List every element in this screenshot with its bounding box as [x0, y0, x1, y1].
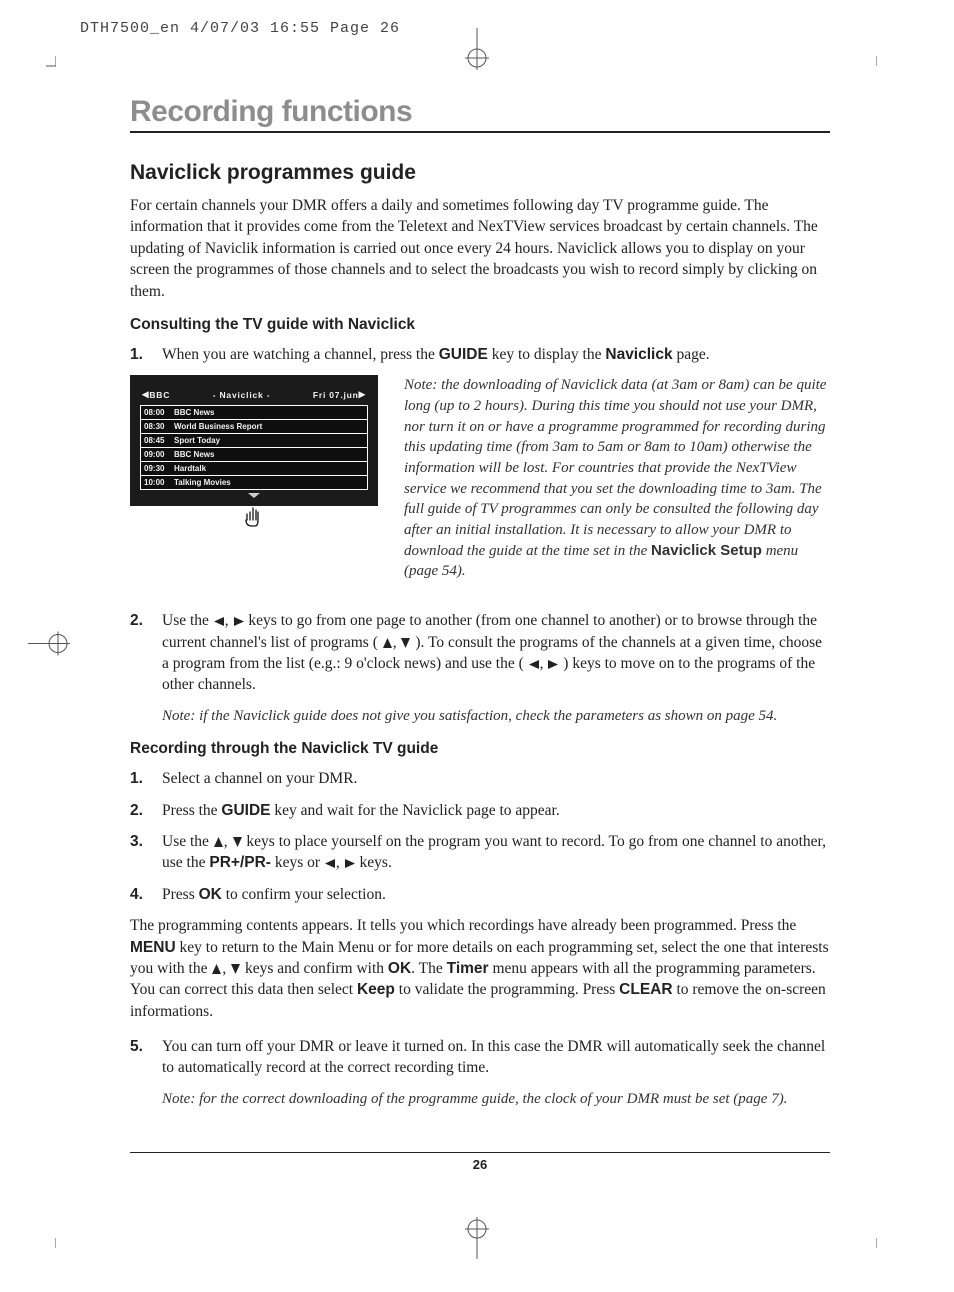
crop-corner-br-icon: [876, 1226, 898, 1248]
right-arrow-icon: [547, 659, 559, 670]
up-arrow-icon: [382, 637, 393, 649]
guide-row: 08:45Sport Today: [140, 434, 368, 448]
guide-row: 10:00Talking Movies: [140, 476, 368, 490]
step-text: When you are watching a channel, press t…: [162, 344, 830, 365]
page-number: 26: [130, 1157, 830, 1172]
page-title: Recording functions: [130, 95, 830, 129]
step-2: 2. Use the , keys to go from one page to…: [130, 610, 830, 696]
page-footer: 26: [130, 1152, 830, 1172]
rec-step-2: 2. Press the GUIDE key and wait for the …: [130, 800, 830, 821]
down-arrow-icon: [230, 963, 241, 975]
nav-left-icon: ◀: [142, 389, 149, 400]
guide-row: 08:00BBC News: [140, 405, 368, 420]
programming-paragraph: The programming contents appears. It tel…: [130, 915, 830, 1022]
left-arrow-icon: [528, 659, 540, 670]
nav-right-icon: ▶: [359, 389, 366, 400]
crop-corner-bl-icon: [34, 1226, 56, 1248]
page: DTH7500_en 4/07/03 16:55 Page 26 Recordi…: [0, 0, 954, 1292]
guide-row: 08:30World Business Report: [140, 420, 368, 434]
print-slug: DTH7500_en 4/07/03 16:55 Page 26: [80, 20, 400, 37]
left-arrow-icon: [213, 616, 225, 627]
recording-heading: Recording through the Naviclick TV guide: [130, 740, 830, 758]
download-note: Note: the downloading of Naviclick data …: [404, 375, 830, 582]
content-area: Recording functions Naviclick programmes…: [130, 95, 830, 1124]
up-arrow-icon: [211, 963, 222, 975]
down-arrow-icon: [232, 836, 243, 848]
rec-step-1: 1. Select a channel on your DMR.: [130, 768, 830, 789]
down-arrow-icon: [400, 637, 411, 649]
rec-step-3: 3. Use the , keys to place yourself on t…: [130, 831, 830, 874]
crop-mark-bottom-icon: [462, 1215, 492, 1264]
crop-corner-tl-icon: [34, 56, 56, 78]
pointer-hand-icon: [130, 506, 378, 528]
scroll-down-icon: [248, 493, 260, 498]
crop-mark-top-icon: [462, 28, 492, 77]
note-clock: Note: for the correct downloading of the…: [162, 1089, 830, 1110]
rec-step-5: 5. You can turn off your DMR or leave it…: [130, 1036, 830, 1079]
up-arrow-icon: [213, 836, 224, 848]
step-text: Use the , keys to go from one page to an…: [162, 610, 830, 696]
screenshot-channel: BBC: [149, 390, 170, 400]
right-arrow-icon: [233, 616, 245, 627]
title-rule: [130, 131, 830, 133]
intro-paragraph: For certain channels your DMR offers a d…: [130, 195, 830, 302]
step-1: 1. When you are watching a channel, pres…: [130, 344, 830, 365]
step-number: 1.: [130, 344, 162, 365]
rec-step-4: 4. Press OK to confirm your selection.: [130, 884, 830, 905]
note-params: Note: if the Naviclick guide does not gi…: [162, 706, 830, 727]
naviclick-screenshot: ◀ BBC - Naviclick - Fri 07.jun ▶ 08:00BB…: [130, 375, 378, 596]
screenshot-and-note: ◀ BBC - Naviclick - Fri 07.jun ▶ 08:00BB…: [130, 375, 830, 596]
screenshot-title: - Naviclick -: [213, 390, 271, 400]
step-number: 2.: [130, 610, 162, 696]
left-arrow-icon: [324, 858, 336, 869]
crop-mark-left-icon: [28, 629, 72, 664]
section-heading: Naviclick programmes guide: [130, 161, 830, 185]
right-arrow-icon: [344, 858, 356, 869]
consult-heading: Consulting the TV guide with Naviclick: [130, 316, 830, 334]
guide-row: 09:30Hardtalk: [140, 462, 368, 476]
screenshot-date: Fri 07.jun: [313, 390, 359, 400]
crop-corner-tr-icon: [876, 56, 898, 78]
guide-row: 09:00BBC News: [140, 448, 368, 462]
